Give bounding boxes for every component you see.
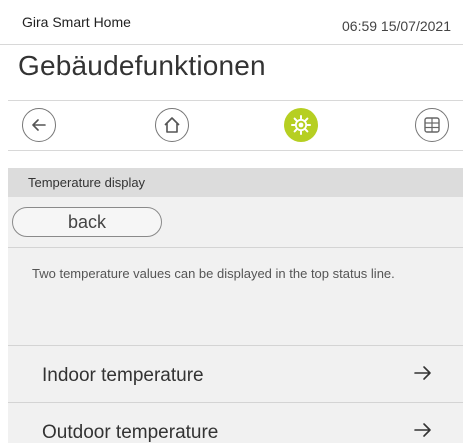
arrow-right-icon (414, 366, 431, 380)
app-name: Gira Smart Home (22, 14, 131, 30)
grid-nav-button[interactable] (415, 108, 449, 142)
status-bar: Gira Smart Home 06:59 15/07/2021 (0, 0, 463, 45)
section-heading: Temperature display (8, 168, 463, 197)
menu-item-label: Outdoor temperature (42, 422, 219, 443)
grid-icon (424, 117, 440, 133)
home-icon (164, 117, 180, 133)
back-button[interactable]: back (12, 207, 162, 237)
settings-panel: Temperature display back Two temperature… (8, 168, 463, 443)
back-nav-button[interactable] (22, 108, 56, 142)
arrow-right-icon (414, 423, 431, 437)
gear-icon (291, 115, 311, 135)
back-arrow-icon (32, 119, 46, 131)
nav-bar (8, 100, 463, 151)
menu-item-outdoor-temperature[interactable]: Outdoor temperature (8, 403, 463, 443)
page-title: Gebäudefunktionen (18, 50, 266, 81)
menu-item-indoor-temperature[interactable]: Indoor temperature (8, 346, 463, 403)
divider (0, 44, 463, 45)
back-area: back (8, 197, 463, 248)
home-nav-button[interactable] (155, 108, 189, 142)
menu-item-label: Indoor temperature (42, 365, 204, 386)
datetime: 06:59 15/07/2021 (342, 18, 451, 34)
settings-nav-button[interactable] (284, 108, 318, 142)
description-text: Two temperature values can be displayed … (8, 248, 463, 346)
